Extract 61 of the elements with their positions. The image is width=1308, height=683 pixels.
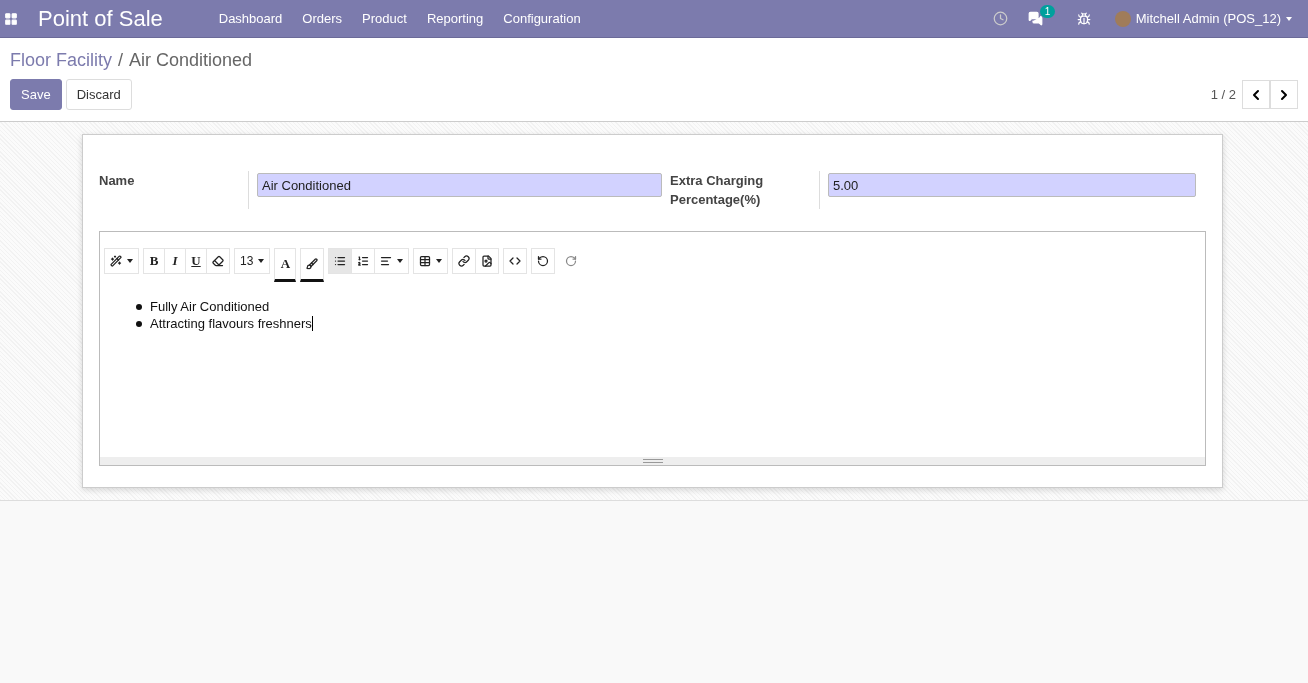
- menu-item[interactable]: Orders: [292, 11, 353, 26]
- caret-icon: [127, 259, 133, 263]
- chat-icon[interactable]: [1027, 11, 1043, 26]
- app-title: Point of Sale: [38, 5, 163, 32]
- code-icon: [509, 255, 522, 267]
- message-count-badge: 1: [1039, 5, 1056, 18]
- field-label: Name: [99, 171, 249, 209]
- eraser-icon: [212, 255, 224, 267]
- table-icon: [419, 255, 432, 267]
- text-field[interactable]: Air Conditioned: [257, 173, 662, 197]
- menu-item[interactable]: Reporting: [416, 11, 494, 26]
- italic-button[interactable]: I: [164, 248, 186, 274]
- caret-icon: [397, 259, 404, 263]
- save-button[interactable]: Save: [10, 79, 62, 110]
- align-left-button[interactable]: [374, 248, 410, 274]
- caret-icon: [436, 259, 443, 263]
- bullet-item: Fully Air Conditioned: [150, 298, 270, 315]
- pager-counter: 1 / 2: [1210, 87, 1236, 102]
- image-button[interactable]: [475, 248, 500, 274]
- numbered-list-button[interactable]: [351, 248, 376, 274]
- discard-button[interactable]: Discard: [65, 79, 132, 110]
- magic-wand-icon: [110, 255, 122, 267]
- resize-grip-icon[interactable]: [642, 459, 663, 463]
- magic-wand-button[interactable]: [104, 248, 139, 274]
- undo-icon: [537, 255, 550, 267]
- bold-button[interactable]: B: [143, 248, 165, 274]
- caret-icon: [1286, 16, 1292, 21]
- table-button[interactable]: [413, 248, 449, 274]
- debug-bug-icon[interactable]: [1076, 11, 1091, 26]
- avatar: [1114, 10, 1131, 27]
- breadcrumb-current: Air Conditioned: [129, 50, 253, 71]
- bulleted-list-icon: [334, 255, 347, 267]
- breadcrumb-separator: /: [118, 50, 124, 71]
- text-field[interactable]: 5.00: [828, 173, 1196, 197]
- field-label: Extra Charging Percentage(%): [670, 171, 820, 209]
- underline-button[interactable]: U: [185, 248, 207, 274]
- next-button[interactable]: [1270, 80, 1298, 109]
- redo-icon: [565, 255, 578, 267]
- font-size-button[interactable]: 13: [234, 248, 271, 274]
- image-icon: [481, 255, 494, 267]
- apps-menu-icon[interactable]: [4, 11, 18, 26]
- font-color-button[interactable]: A: [274, 248, 297, 282]
- caret-icon: [258, 259, 265, 263]
- eraser-button[interactable]: [206, 248, 230, 274]
- bullet-icon: [136, 320, 142, 327]
- brush-icon: [306, 258, 319, 270]
- breadcrumb-link[interactable]: Floor Facility: [10, 50, 112, 71]
- numbered-list-icon: [357, 255, 370, 267]
- brush-button[interactable]: [300, 248, 325, 282]
- bulleted-list-button[interactable]: [328, 248, 353, 274]
- previous-button[interactable]: [1242, 80, 1270, 109]
- user-menu[interactable]: Mitchell Admin (POS_12): [1100, 10, 1308, 27]
- align-left-icon: [380, 255, 393, 267]
- bullet-item: Attracting flavours freshners: [150, 315, 313, 332]
- link-icon: [458, 255, 471, 267]
- menu-item[interactable]: Configuration: [493, 11, 591, 26]
- undo-button[interactable]: [531, 248, 556, 274]
- menu-item[interactable]: Dashboard: [208, 11, 293, 26]
- link-button[interactable]: [452, 248, 477, 274]
- bullet-icon: [136, 303, 142, 310]
- menu-item[interactable]: Product: [352, 11, 417, 26]
